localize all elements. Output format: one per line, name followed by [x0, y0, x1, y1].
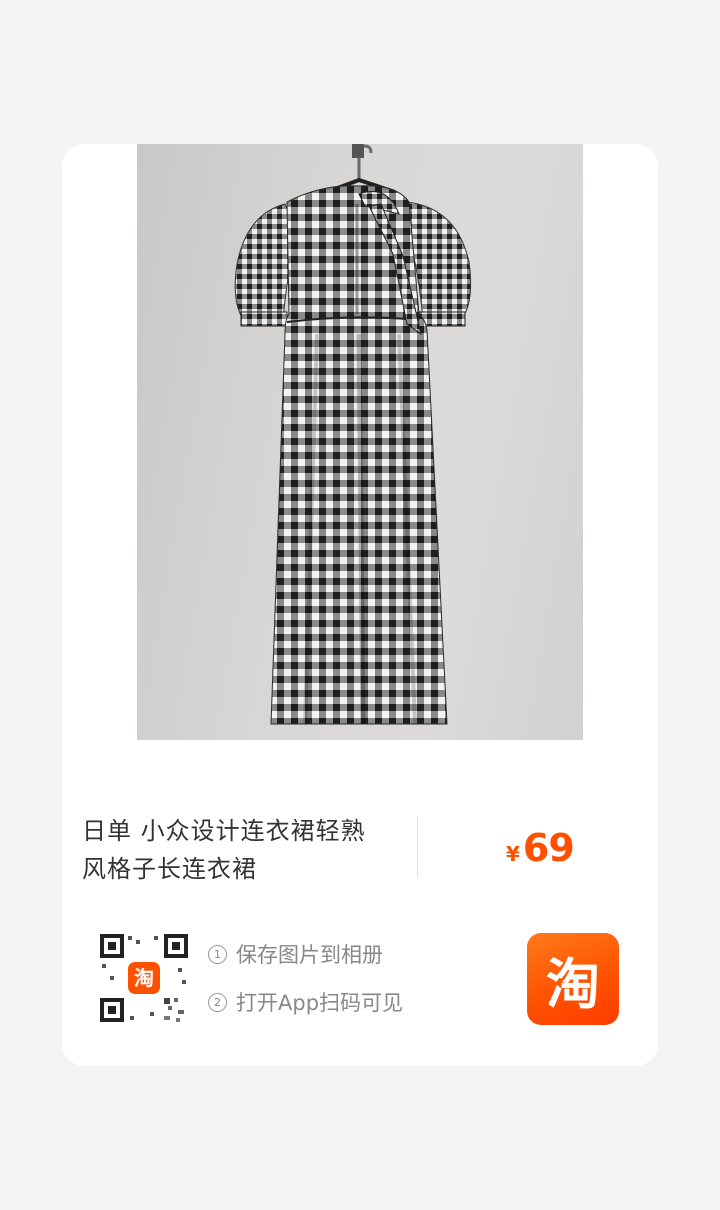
currency-symbol: ¥ — [506, 842, 520, 866]
step-1-label: 保存图片到相册 — [236, 943, 383, 967]
app-logo-text: 淘 — [546, 952, 600, 1016]
taobao-logo-icon[interactable]: 淘 — [527, 933, 619, 1025]
product-title-line2: 风格子长连衣裙 — [82, 855, 257, 883]
product-title-line1: 日单 小众设计连衣裙轻熟 — [82, 817, 366, 845]
checkered-dress-icon — [234, 144, 472, 725]
step-scan: 2 打开App扫码可见 — [208, 988, 403, 1016]
price-value: 69 — [522, 826, 575, 870]
product-share-card: 日单 小众设计连衣裙轻熟 风格子长连衣裙 ¥69 淘 1 保存图片到相册 2 打… — [62, 144, 658, 1066]
step-1-number: 1 — [208, 944, 227, 964]
share-steps: 1 保存图片到相册 2 打开App扫码可见 — [208, 940, 403, 1036]
step-2-number: 2 — [208, 992, 227, 1012]
divider — [417, 816, 418, 878]
qr-badge-text: 淘 — [134, 966, 154, 990]
price: ¥69 — [506, 826, 575, 870]
product-title[interactable]: 日单 小众设计连衣裙轻熟 风格子长连衣裙 — [82, 812, 402, 888]
product-image[interactable] — [137, 144, 583, 740]
step-2-label: 打开App扫码可见 — [236, 991, 404, 1015]
qr-code[interactable]: 淘 — [98, 932, 190, 1024]
step-save: 1 保存图片到相册 — [208, 940, 403, 968]
